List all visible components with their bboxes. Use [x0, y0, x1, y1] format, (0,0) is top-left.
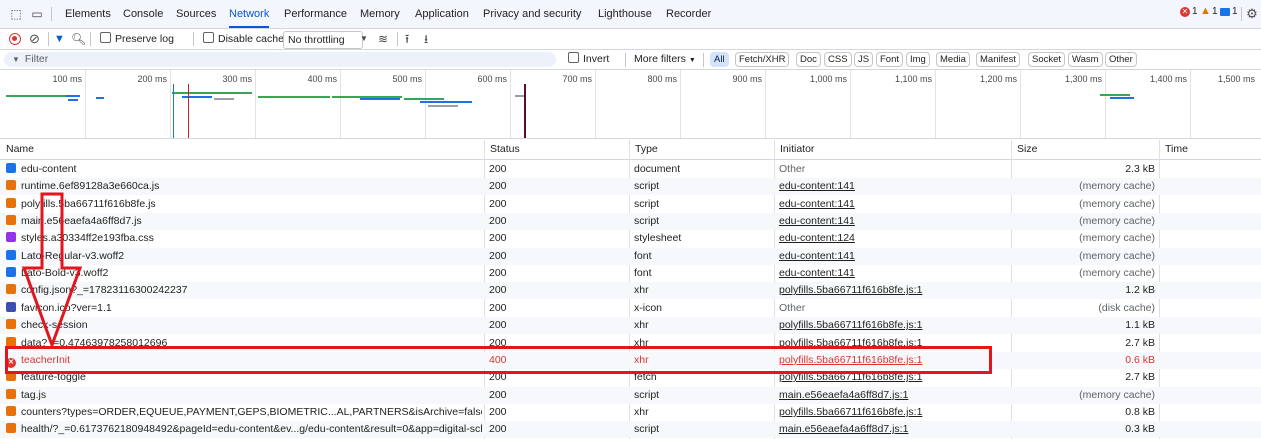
annotation-arrow-icon	[21, 192, 83, 350]
down-arrow-icon	[21, 192, 83, 350]
